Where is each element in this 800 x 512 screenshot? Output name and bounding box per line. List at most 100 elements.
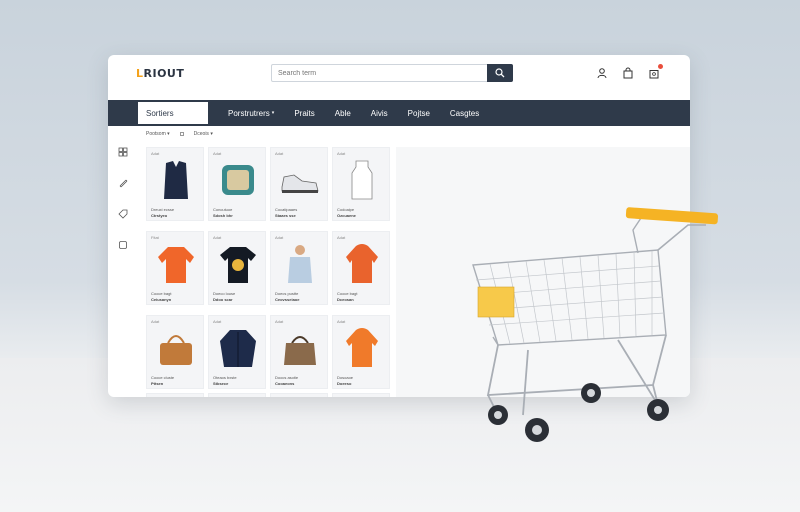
product-name: Cocatipaaes <box>275 207 298 212</box>
product-name: Doocs asotie <box>275 375 299 380</box>
tote-icon <box>284 336 316 365</box>
product-card[interactable]: Adat Doecs pustte Ceovsseiaoe <box>270 231 328 305</box>
product-price: Doeeso <box>337 381 352 386</box>
product-price: Ceovsseiaoe <box>275 297 300 302</box>
chevron-down-icon: ▾ <box>271 110 275 116</box>
nav-item-label: Porstrutrers <box>228 108 270 118</box>
product-price: Ddoo scar <box>213 297 233 302</box>
model-icon <box>288 245 312 283</box>
price-tag <box>477 286 515 318</box>
product-name: Codoaipe <box>337 207 355 212</box>
product-tag: Adat <box>213 151 222 156</box>
product-price: Sdosh bhr <box>213 213 233 218</box>
wishlist-button[interactable] <box>622 66 634 79</box>
sneaker-icon <box>281 174 319 193</box>
product-name: Doeco louse <box>213 291 236 296</box>
nav-item-2[interactable]: Praits <box>294 109 314 118</box>
nav-item-5[interactable]: Pojtse <box>408 109 430 118</box>
product-price: Cooaeons <box>275 381 295 386</box>
product-price: Pttsen <box>151 381 164 386</box>
chevron-down-icon: ▾ <box>210 131 213 137</box>
account-button[interactable] <box>596 66 608 79</box>
product-tag: Adat <box>275 151 284 156</box>
product-card[interactable]: Adat Cooce bagt Dceosan <box>332 231 390 305</box>
view-label: Dceois <box>193 131 209 137</box>
logo-initial: L <box>136 67 144 80</box>
product-name: Oteaos bxste <box>213 375 237 380</box>
header-icons <box>596 64 663 79</box>
hoodie-icon <box>346 244 378 283</box>
pillow-icon <box>222 165 254 195</box>
sort-dropdown[interactable]: Pootsom ▾ <box>146 131 170 137</box>
product-name: Dreuxi ecsse <box>151 207 175 212</box>
grid-icon[interactable] <box>118 147 128 157</box>
cart-icon <box>649 70 659 79</box>
product-tag: Adat <box>337 235 346 240</box>
product-card[interactable]: Adat Dosoaoe Doeeso <box>332 315 390 389</box>
tag-icon[interactable] <box>118 178 128 188</box>
bottle-icon <box>351 160 373 200</box>
product-price: Ozcuaene <box>337 213 356 218</box>
product-tag: Adat <box>337 151 346 156</box>
product-name: Concutuoe <box>213 207 233 212</box>
product-card[interactable]: Adat Oteaos bxste Stbsece <box>208 315 266 389</box>
nav-item-3[interactable]: Able <box>335 109 351 118</box>
product-tag: Adat <box>151 151 160 156</box>
orange-hoodie-icon <box>346 328 378 367</box>
search-input[interactable] <box>272 65 488 81</box>
bag-icon <box>623 67 633 79</box>
label-icon[interactable] <box>118 209 128 219</box>
product-card[interactable]: Adat Doeco louse Ddoo scar <box>208 231 266 305</box>
search-button[interactable] <box>487 64 513 82</box>
shopping-cart-illustration <box>472 207 719 442</box>
product-price: Ceiusanyn <box>151 297 172 302</box>
nav-item-1[interactable]: Porstrutrers ▾ <box>228 109 274 118</box>
top-bar: LRIOUT <box>108 55 690 100</box>
search-icon <box>495 68 505 78</box>
product-card-stub[interactable] <box>146 393 204 397</box>
sweatshirt-icon <box>158 247 194 283</box>
product-card[interactable]: Adat Concutuoe Sdosh bhr <box>208 147 266 221</box>
grid-view-icon[interactable] <box>179 132 184 136</box>
category-nav: Sortiers Porstrutrers ▾ Praits Able Aivis… <box>108 100 690 126</box>
product-card[interactable]: Adat Doocs asotie Cooaeons <box>270 315 328 389</box>
product-name: Cooce cluste <box>151 375 175 380</box>
product-grid: Adat Dreuxi ecsse Ctrstyeo Adat Concutuo… <box>146 147 394 389</box>
chevron-down-icon: ▾ <box>167 131 170 137</box>
product-card-stub[interactable] <box>208 393 266 397</box>
product-card-stub[interactable] <box>332 393 390 397</box>
vest-icon <box>164 161 188 199</box>
product-name: Cooce bagt <box>151 291 172 296</box>
logo[interactable]: LRIOUT <box>136 67 184 80</box>
nav-item-active[interactable]: Sortiers <box>138 102 208 124</box>
cart-button[interactable] <box>648 64 663 79</box>
square-icon[interactable] <box>118 240 128 250</box>
product-card[interactable]: Adat Dreuxi ecsse Ctrstyeo <box>146 147 204 221</box>
logo-rest: RIOUT <box>143 67 185 80</box>
product-tag: Adat <box>151 319 160 324</box>
product-card[interactable]: Fitat Cooce bagt Ceiusanyn <box>146 231 204 305</box>
product-name: Doecs pustte <box>275 291 299 296</box>
product-card[interactable]: Adat Cooce cluste Pttsen <box>146 315 204 389</box>
product-tag: Adat <box>275 319 284 324</box>
product-tag: Adat <box>213 235 222 240</box>
product-tag: Adat <box>337 319 346 324</box>
nav-item-4[interactable]: Aivis <box>371 109 388 118</box>
product-price: Ctrstyeo <box>151 213 168 218</box>
sort-label: Pootsom <box>146 131 166 137</box>
view-dropdown[interactable]: Dceois ▾ <box>194 131 213 137</box>
sidebar <box>118 147 130 271</box>
cart-badge <box>658 64 663 69</box>
product-tag: Adat <box>213 319 222 324</box>
filter-bar: Pootsom ▾ Dceois ▾ <box>146 131 213 137</box>
nav-item-6[interactable]: Casgtes <box>450 109 479 118</box>
product-card-stub[interactable] <box>270 393 328 397</box>
product-price: Stbsece <box>213 381 229 386</box>
product-card[interactable]: Adat Codoaipe Ozcuaene <box>332 147 390 221</box>
handbag-icon <box>160 335 192 365</box>
product-price: Staaes sse <box>275 213 296 218</box>
cart-handle <box>625 207 719 225</box>
product-card[interactable]: Adat Cocatipaaes Staaes sse <box>270 147 328 221</box>
user-icon <box>597 68 607 79</box>
jacket-icon <box>220 330 256 367</box>
